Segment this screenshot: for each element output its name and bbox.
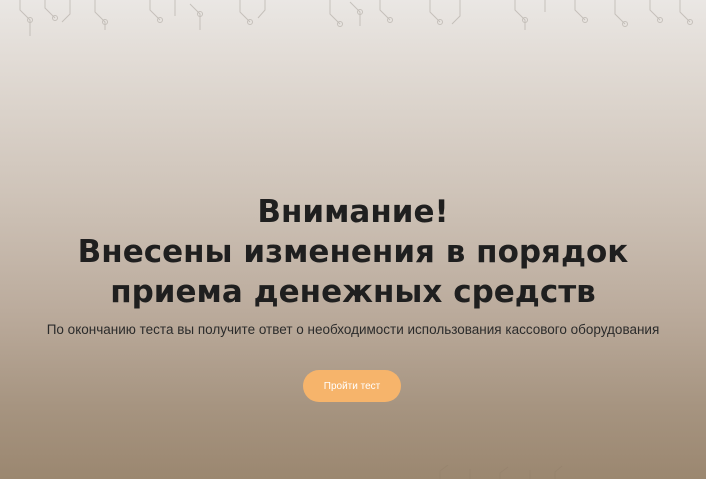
subtitle-text: По окончанию теста вы получите ответ о н… (46, 322, 660, 337)
hero-section: Внимание! Внесены изменения в порядок пр… (0, 192, 706, 337)
take-test-button[interactable]: Пройти тест (303, 370, 401, 402)
circuit-pattern-bottom-icon (439, 465, 563, 479)
page-title: Внимание! Внесены изменения в порядок пр… (0, 192, 706, 312)
headline-line-2: Внесены изменения в порядок (77, 234, 629, 270)
headline-line-3: приема денежных средств (110, 274, 596, 310)
headline-line-1: Внимание! (257, 194, 449, 230)
circuit-pattern-icon (19, 0, 693, 36)
